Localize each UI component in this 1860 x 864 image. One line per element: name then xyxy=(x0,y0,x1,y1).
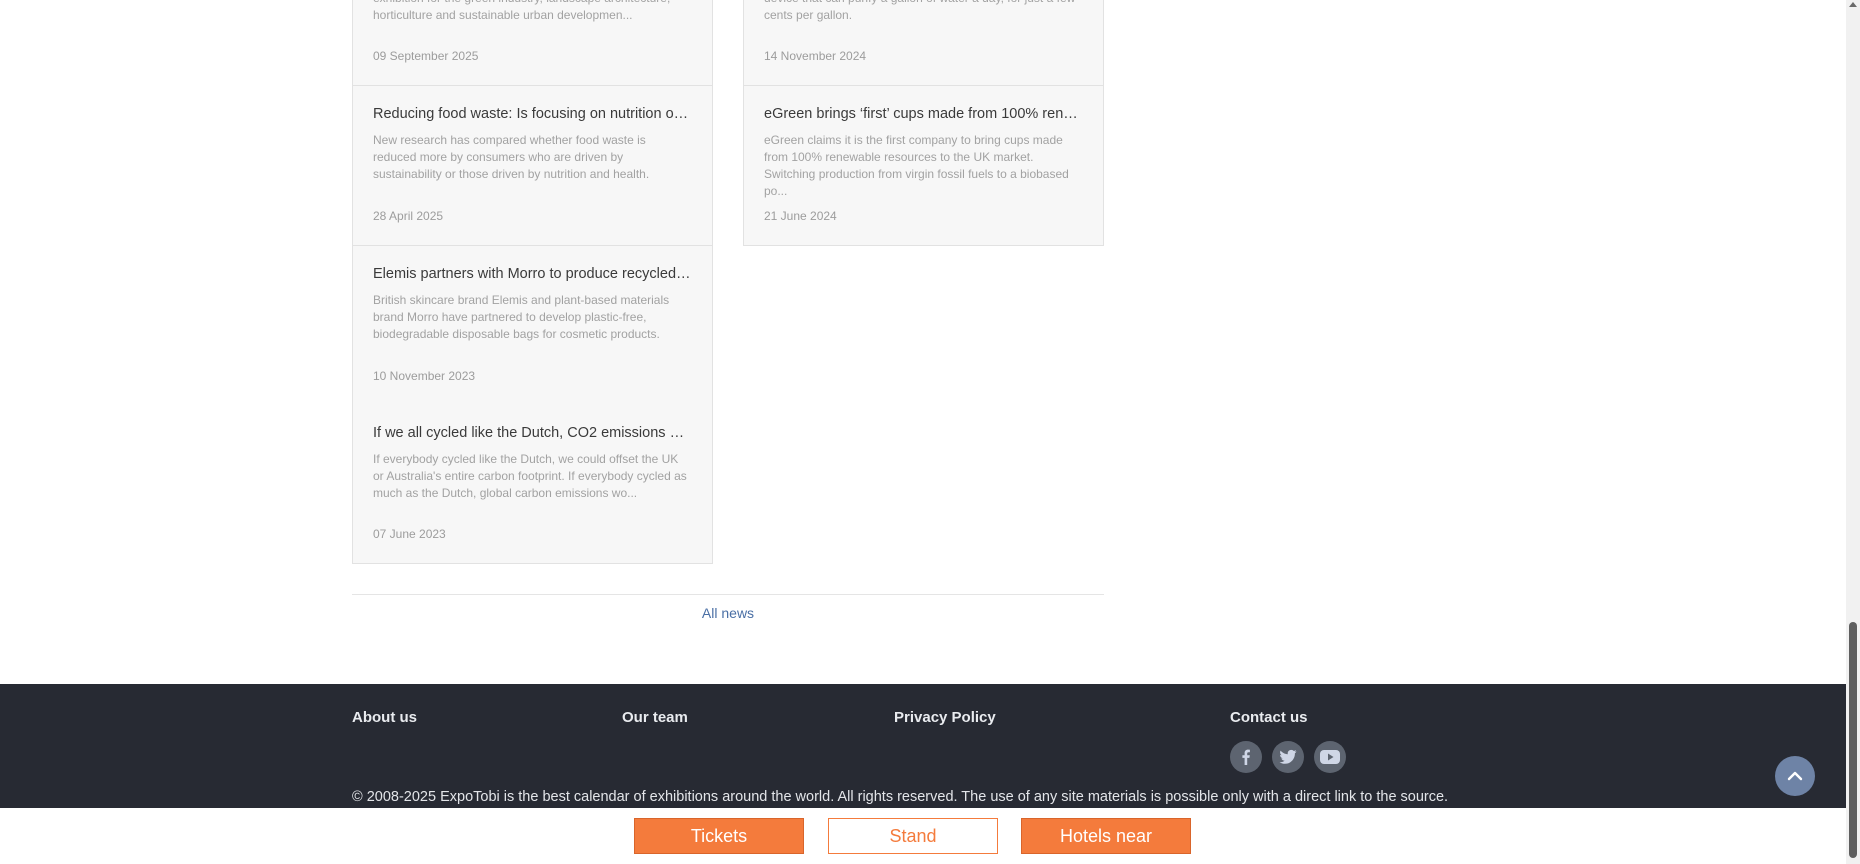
news-card-description: eGreen claims it is the first company to… xyxy=(764,133,1069,198)
all-news-link[interactable]: All news xyxy=(0,605,1456,621)
footer-link-contact-us[interactable]: Contact us xyxy=(1230,709,1308,726)
stand-button[interactable]: Stand xyxy=(828,818,998,854)
news-card-description: exhibition for the green industry, lands… xyxy=(373,0,670,22)
news-card-date: 07 June 2023 xyxy=(373,527,446,541)
bottom-action-bar: Tickets Stand Hotels near xyxy=(0,808,1846,864)
news-card-description: New research has compared whether food w… xyxy=(373,133,650,181)
scroll-to-top-button[interactable] xyxy=(1775,756,1815,796)
news-card-date: 09 September 2025 xyxy=(373,49,479,63)
news-card-description: device that can purify a gallon of water… xyxy=(764,0,1075,22)
news-card[interactable]: exhibition for the green industry, lands… xyxy=(352,0,713,86)
twitter-icon[interactable] xyxy=(1272,741,1304,773)
news-card-date: 28 April 2025 xyxy=(373,209,444,223)
copyright-text: © 2008-2025 ExpoTobi is the best calenda… xyxy=(352,789,1449,805)
scroll-up-arrow-icon[interactable] xyxy=(1849,2,1857,7)
scrollbar-thumb[interactable] xyxy=(1849,622,1857,858)
news-card-date: 21 June 2024 xyxy=(764,209,837,223)
news-card-description: If everybody cycled like the Dutch, we c… xyxy=(373,452,687,500)
news-card[interactable]: Reducing food waste: Is focusing on nutr… xyxy=(352,86,713,246)
facebook-icon[interactable] xyxy=(1230,741,1262,773)
page-scrollbar[interactable] xyxy=(1846,0,1860,864)
footer-link-privacy-policy[interactable]: Privacy Policy xyxy=(894,709,996,726)
news-card[interactable]: device that can purify a gallon of water… xyxy=(743,0,1104,86)
news-card-date: 14 November 2024 xyxy=(764,49,867,63)
news-divider xyxy=(352,594,1104,595)
news-card[interactable]: Elemis partners with Morro to produce re… xyxy=(352,246,713,406)
footer-link-our-team[interactable]: Our team xyxy=(622,709,688,726)
news-card-title[interactable]: Elemis partners with Morro to produce re… xyxy=(373,266,692,282)
news-card-title[interactable]: Reducing food waste: Is focusing on nutr… xyxy=(373,106,692,122)
news-card-date: 10 November 2023 xyxy=(373,369,476,383)
footer-link-about-us[interactable]: About us xyxy=(352,709,417,726)
news-card[interactable]: If we all cycled like the Dutch, CO2 emi… xyxy=(352,405,713,564)
hotels-near-button[interactable]: Hotels near xyxy=(1021,818,1191,854)
news-card-title[interactable]: If we all cycled like the Dutch, CO2 emi… xyxy=(373,425,692,441)
news-card-title[interactable]: eGreen brings ‘first’ cups made from 100… xyxy=(764,106,1083,122)
tickets-button[interactable]: Tickets xyxy=(634,818,804,854)
news-card-description: British skincare brand Elemis and plant-… xyxy=(373,293,670,341)
youtube-icon[interactable] xyxy=(1314,741,1346,773)
news-card[interactable]: eGreen brings ‘first’ cups made from 100… xyxy=(743,86,1104,246)
chevron-up-icon xyxy=(1787,771,1803,781)
